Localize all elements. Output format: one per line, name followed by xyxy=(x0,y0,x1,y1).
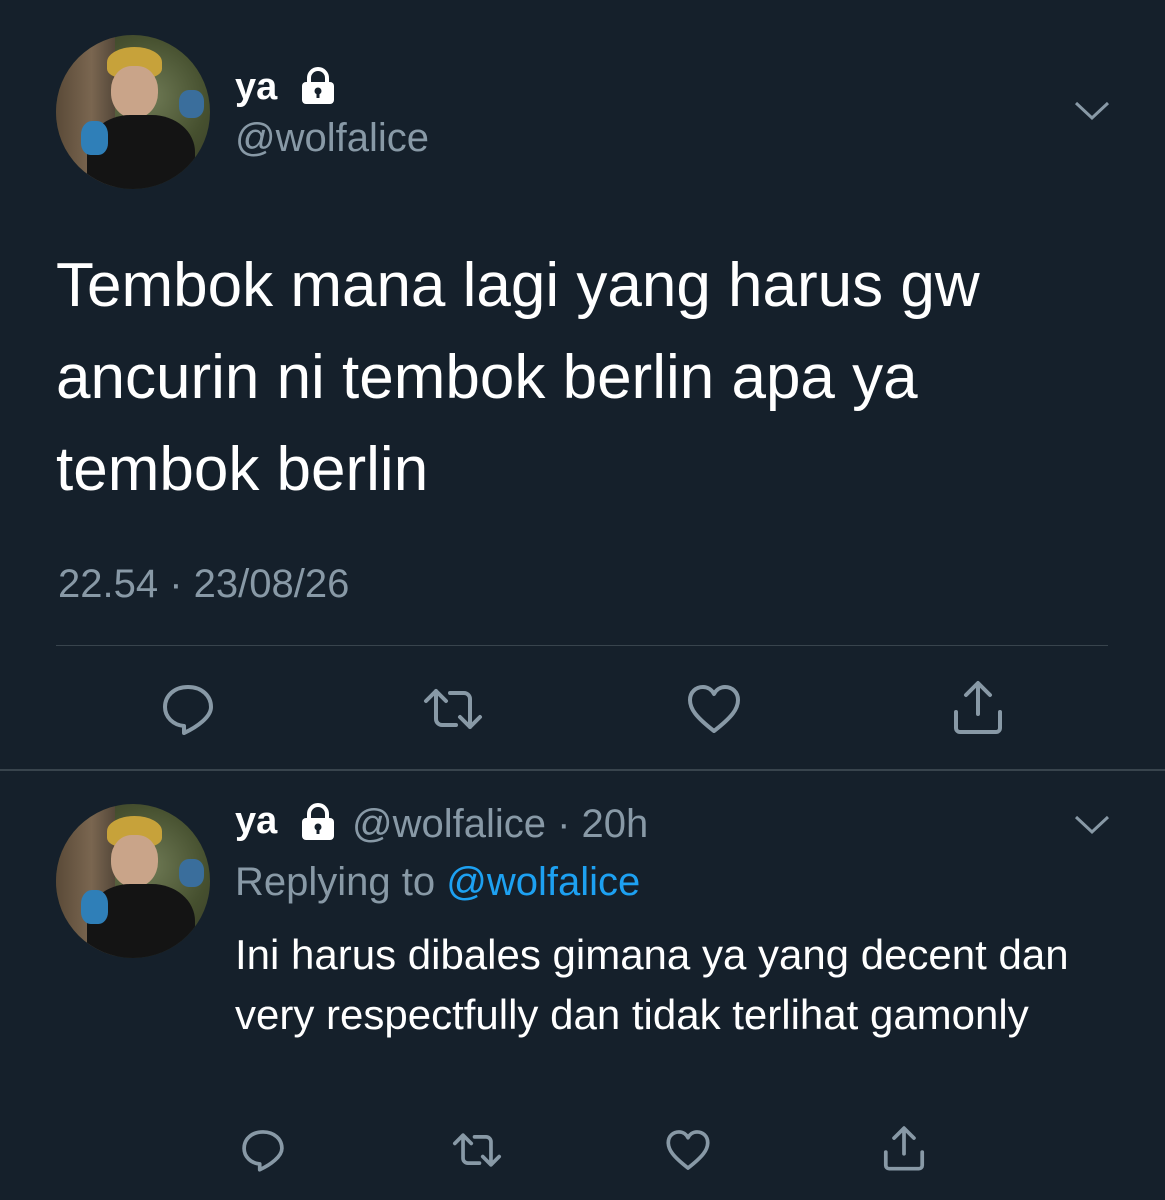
avatar[interactable] xyxy=(56,35,210,189)
tweet-thread-page: ya @wolfalice Tembok mana lagi yang haru… xyxy=(0,0,1165,1200)
main-tweet: ya @wolfalice Tembok mana lagi yang haru… xyxy=(0,0,1165,770)
reply-icon[interactable] xyxy=(240,1127,286,1173)
divider xyxy=(56,645,1108,646)
reply-icon[interactable] xyxy=(160,681,216,737)
chevron-down-icon[interactable] xyxy=(1072,812,1112,838)
section-divider xyxy=(0,769,1165,771)
chevron-down-icon[interactable] xyxy=(1072,98,1112,124)
lock-icon xyxy=(302,803,334,840)
heart-icon[interactable] xyxy=(686,681,742,737)
replying-prefix: Replying to xyxy=(235,860,447,904)
replying-to-link[interactable]: @wolfalice xyxy=(446,860,640,904)
share-icon[interactable] xyxy=(880,1124,928,1172)
lock-icon xyxy=(302,67,334,104)
avatar[interactable] xyxy=(56,804,210,958)
share-icon[interactable] xyxy=(950,678,1006,736)
display-name[interactable]: ya xyxy=(235,66,277,109)
tweet-timestamp[interactable]: 22.54 · 23/08/26 xyxy=(58,562,349,607)
tweet-text: Tembok mana lagi yang harus gw ancurin n… xyxy=(56,251,980,504)
user-handle-time[interactable]: @wolfalice · 20h xyxy=(352,802,648,847)
retweet-icon[interactable] xyxy=(451,1127,503,1173)
retweet-icon[interactable] xyxy=(422,681,484,737)
user-handle[interactable]: @wolfalice xyxy=(235,116,429,161)
heart-icon[interactable] xyxy=(665,1127,711,1173)
reply-text: Ini harus dibales gimana ya yang decent … xyxy=(235,931,1069,1038)
replying-to: Replying to @wolfalice xyxy=(235,860,640,905)
display-name[interactable]: ya xyxy=(235,800,277,843)
